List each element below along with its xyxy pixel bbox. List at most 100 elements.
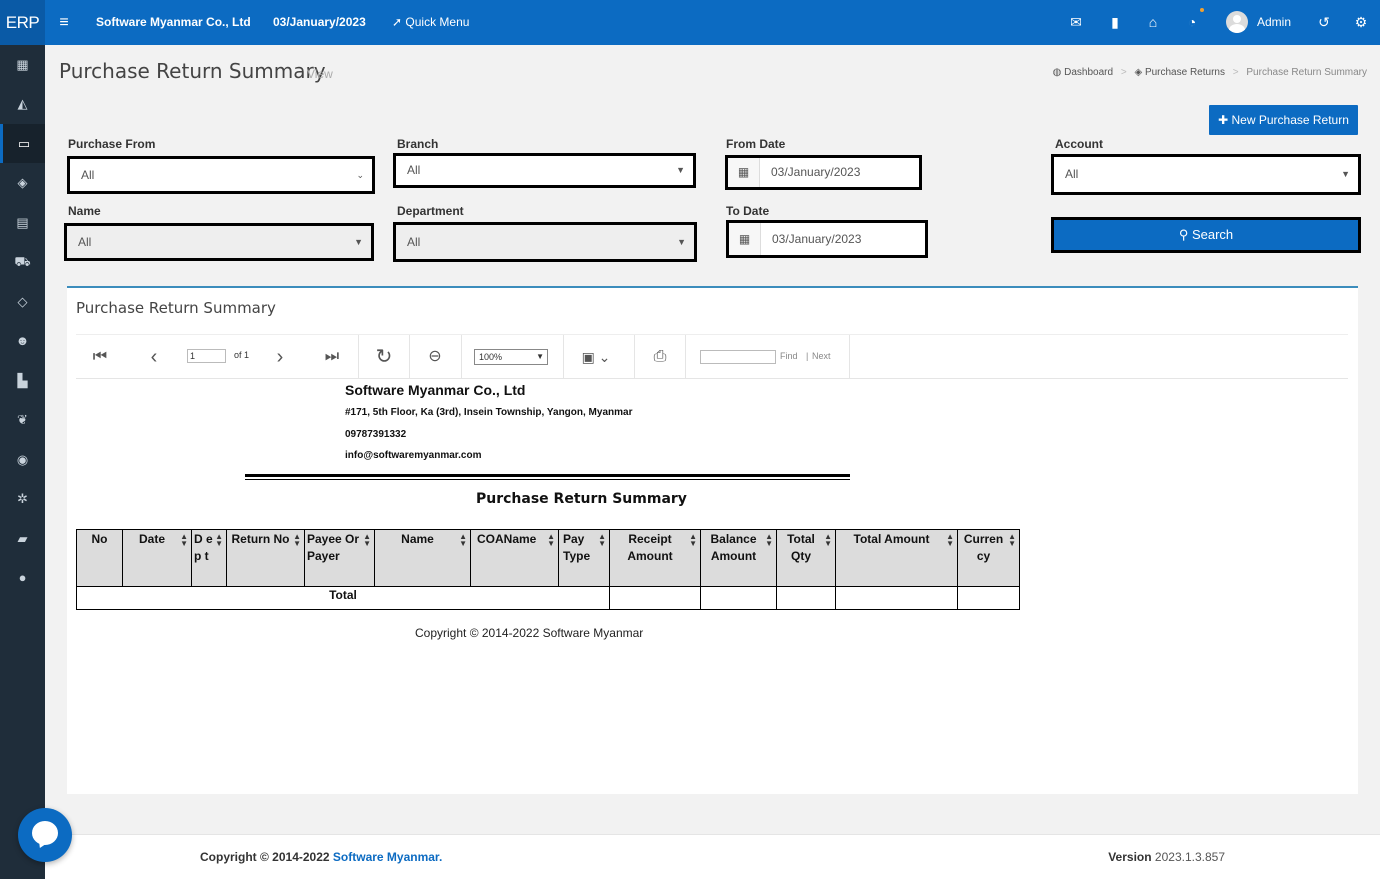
column-header-balance-amount[interactable]: Balance Amount ▲ ▼ [700,529,777,587]
breadcrumb-dashboard[interactable]: Dashboard [1064,67,1113,78]
back-icon[interactable]: ⊖ [423,335,447,379]
gear-icon[interactable]: ⚙ [1350,0,1372,45]
find-link[interactable]: Find [780,351,798,361]
sidebar-item-users[interactable]: ☻ [0,321,45,360]
column-header-receipt-amount[interactable]: Receipt Amount ▲ ▼ [609,529,701,587]
search-button[interactable]: ⚲ Search [1051,217,1361,253]
total-label: Total [76,586,610,610]
footer-brand-link[interactable]: Software Myanmar. [333,850,442,864]
search-label: Search [1191,227,1234,242]
sort-icon[interactable]: ▲ ▼ [180,533,188,548]
gear-icon: ✲ [17,491,28,506]
breadcrumb-purchase-returns[interactable]: Purchase Returns [1145,67,1225,78]
sidebar-item-diamond[interactable]: ◇ [0,282,45,321]
sort-icon[interactable]: ▲ ▼ [946,533,954,548]
column-header-coaname[interactable]: COAName ▲ ▼ [470,529,559,587]
sidebar-item-leaf[interactable]: ❦ [0,400,45,439]
first-page-icon[interactable]: ⏮ [90,335,110,379]
sidebar-item-inventory[interactable]: ◈ [0,163,45,202]
department-select[interactable]: All ▼ [393,222,697,262]
sort-icon[interactable]: ▲ ▼ [824,533,832,548]
last-page-icon[interactable]: ⏭ [322,335,342,379]
page-footer: Copyright © 2014-2022 Software Myanmar. … [45,834,1380,879]
sort-icon[interactable]: ▲ ▼ [215,533,223,548]
sort-icon[interactable]: ▲ ▼ [293,533,301,548]
sidebar-item-clipboard[interactable]: ▤ [0,203,45,242]
building-icon[interactable]: ▮ [1104,0,1126,45]
sidebar-item-settings[interactable]: ✲ [0,479,45,518]
purchase-from-value: All [81,168,95,182]
sort-icon[interactable]: ▲ ▼ [363,533,371,548]
column-header-dept[interactable]: D ep t ▲ ▼ [191,529,227,587]
name-label: Name [68,204,101,218]
cube-icon: ◈ [17,175,28,190]
history-icon[interactable]: ↺ [1313,0,1335,45]
chevron-down-icon: ⌄ [356,170,364,180]
home-icon[interactable]: ⌂ [1142,0,1164,45]
sort-icon[interactable]: ▲ ▼ [1008,533,1016,548]
from-date-field[interactable]: ▦ 03/January/2023 [725,155,922,190]
report-address: #171, 5th Floor, Ka (3rd), Insein Townsh… [345,407,633,418]
quick-menu-button[interactable]: ➚ Quick Menu [392,0,469,45]
sidebar-item-calculator[interactable]: ▦ [0,45,45,84]
chat-widget-button[interactable] [18,808,72,862]
to-date-field[interactable]: ▦ 03/January/2023 [726,220,928,258]
name-select[interactable]: All ▼ [64,223,374,261]
sort-icon[interactable]: ▲ ▼ [765,533,773,548]
page-number-input[interactable]: 1 [187,349,226,363]
sort-icon[interactable]: ▲ ▼ [459,533,467,548]
header-rule-thin [245,479,850,480]
sort-icon[interactable]: ▲ ▼ [689,533,697,548]
report-title: Purchase Return Summary [476,491,687,507]
hamburger-menu-icon[interactable]: ≡ [53,0,75,45]
sidebar-item-industry[interactable]: ▙ [0,361,45,400]
sidebar-item-charts[interactable]: ◭ [0,84,45,123]
account-select[interactable]: All ▼ [1051,154,1361,195]
print-icon[interactable]: ⎙ [648,335,672,379]
sidebar-item-book[interactable]: ▰ [0,519,45,558]
column-header-return-no[interactable]: Return No ▲ ▼ [226,529,305,587]
industry-icon: ▙ [17,373,28,388]
chevron-down-icon: ▼ [536,352,544,361]
find-input[interactable] [700,350,776,364]
column-header-name[interactable]: Name ▲ ▼ [374,529,471,587]
previous-page-icon[interactable]: ‹ [144,335,164,379]
chat-icon[interactable]: ✉ [1065,0,1087,45]
column-header-payee[interactable]: Payee Or Payer ▲ ▼ [304,529,375,587]
branch-select[interactable]: All ▼ [393,153,696,188]
next-link[interactable]: Next [812,351,831,361]
calendar-icon[interactable]: ▦ [728,158,760,187]
version-number: 2023.1.3.857 [1154,850,1225,864]
save-export-icon[interactable]: ▣ ⌄ [578,335,614,379]
sort-icon[interactable]: ▲ ▼ [598,533,606,548]
calendar-icon[interactable]: ▦ [729,223,761,255]
refresh-icon[interactable]: ↻ [372,335,396,379]
column-header-total-amount[interactable]: Total Amount ▲ ▼ [835,529,958,587]
sort-icon[interactable]: ▲ ▼ [547,533,555,548]
app-logo[interactable]: ERP [0,0,45,45]
purchase-from-select[interactable]: All ⌄ [67,156,375,194]
new-purchase-return-button[interactable]: ✚ New Purchase Return [1209,105,1358,135]
new-purchase-return-label: New Purchase Return [1231,113,1349,127]
column-header-total-qty[interactable]: Total Qty ▲ ▼ [776,529,836,587]
sidebar-item-support[interactable]: ◉ [0,440,45,479]
account-value: All [1065,167,1079,181]
users-icon: ☻ [15,333,30,348]
avatar[interactable] [1226,11,1248,33]
column-header-no[interactable]: No [76,529,123,587]
bell-icon[interactable]: ◔ [1181,0,1203,45]
report-company-name: Software Myanmar Co., Ltd [345,382,526,398]
user-name[interactable]: Admin [1257,0,1291,45]
zoom-select[interactable]: 100% ▼ [474,349,548,365]
column-header-pay-type[interactable]: Pay Type ▲ ▼ [558,529,610,587]
total-currency [957,586,1020,610]
sidebar-item-purchase[interactable]: ▭ [0,124,45,163]
column-header-currency[interactable]: Curren cy ▲ ▼ [957,529,1020,587]
name-value: All [78,235,92,249]
sidebar-item-comment[interactable]: ● [0,558,45,597]
column-header-date[interactable]: Date ▲ ▼ [122,529,192,587]
sidebar-item-sales[interactable]: ⛟ [0,242,45,281]
footer-version: Version 2023.1.3.857 [1108,850,1225,864]
next-page-icon[interactable]: › [270,335,290,379]
page-title: Purchase Return Summary [59,59,326,83]
